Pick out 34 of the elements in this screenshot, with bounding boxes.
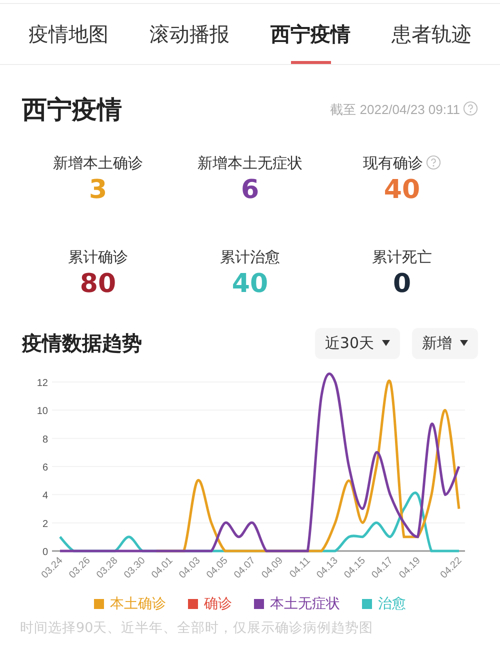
stat-label: 累计治愈 xyxy=(220,248,280,266)
tab[interactable]: 疫情地图 xyxy=(28,4,108,64)
axis-tick-label: 12 xyxy=(36,378,48,389)
section-title: 西宁疫情 xyxy=(22,94,122,126)
stat-value: 6 xyxy=(240,174,260,207)
stat-label: 新增本土无症状 xyxy=(198,154,302,172)
section-title: 疫情数据趋势 xyxy=(22,330,143,356)
update-time: 截至 2022/04/23 09:11 xyxy=(330,102,460,117)
tab[interactable]: 西宁疫情 xyxy=(270,4,350,64)
axis-tick-label: 10 xyxy=(36,406,48,418)
legend-label[interactable]: 本土无症状 xyxy=(270,595,340,613)
help-icon[interactable] xyxy=(463,101,478,116)
help-icon[interactable] xyxy=(426,155,441,170)
caret-icon xyxy=(460,340,468,346)
stat-label: 新增本土确诊 xyxy=(53,154,143,172)
stat-value: 3 xyxy=(88,174,108,207)
tab[interactable]: 滚动播报 xyxy=(150,4,230,64)
axis-tick-label: 2 xyxy=(42,518,48,530)
range-dropdown[interactable]: 近30天 xyxy=(314,328,400,358)
axis-tick-label: 6 xyxy=(42,462,48,474)
stat-label: 累计确诊 xyxy=(68,248,128,266)
axis-tick-label: 4 xyxy=(42,490,48,502)
axis-tick-label: 0 xyxy=(42,547,48,558)
stat-value: 40 xyxy=(384,174,420,207)
type-dropdown[interactable]: 新增 xyxy=(412,328,478,358)
legend-label[interactable]: 确诊 xyxy=(204,595,232,613)
stat-value: 0 xyxy=(392,268,412,301)
stat-value: 40 xyxy=(232,268,268,301)
axis-tick-label: 8 xyxy=(42,434,48,446)
caret-icon xyxy=(382,340,390,346)
stat-value: 80 xyxy=(80,268,116,301)
stat-label: 现有确诊 xyxy=(363,154,423,172)
tab[interactable]: 患者轨迹 xyxy=(392,4,472,64)
stat-label: 累计死亡 xyxy=(372,248,432,266)
